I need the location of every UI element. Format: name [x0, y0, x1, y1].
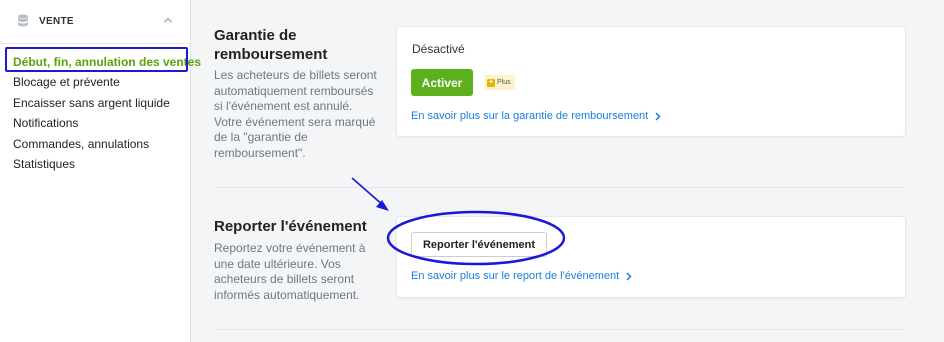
description-line: Reportez votre événement à: [214, 241, 366, 255]
sidebar-item-encaisser[interactable]: Encaisser sans argent liquide: [13, 93, 201, 113]
refund-title-line: Garantie de: [214, 27, 297, 44]
sidebar-item-statistiques[interactable]: Statistiques: [13, 154, 201, 174]
database-icon: [18, 14, 28, 27]
sidebar-item-debut-fin-annulation[interactable]: Début, fin, annulation des ventes: [13, 52, 201, 72]
section-divider: [214, 329, 906, 330]
refund-title-line: remboursement: [214, 46, 328, 63]
postpone-event-button[interactable]: Reporter l'événement: [411, 232, 547, 257]
postpone-section-description: Reportez votre événement à une date ulté…: [214, 241, 365, 303]
chevron-up-icon[interactable]: [163, 16, 173, 24]
description-line: acheteurs de billets seront: [214, 272, 355, 287]
chevron-right-icon: [655, 111, 661, 121]
description-line: Les acheteurs de billets seront: [214, 68, 377, 82]
refund-section-title: Garantie de remboursement: [214, 26, 327, 64]
refund-learn-more-link[interactable]: En savoir plus sur la garantie de rembou…: [411, 110, 661, 122]
sidebar: VENTE Début, fin, annulation des ventes …: [0, 0, 201, 342]
plus-badge-label: Plus: [497, 79, 511, 86]
description-line: informés automatiquement.: [214, 287, 360, 302]
sidebar-section-title: VENTE: [39, 16, 74, 27]
annotation-arrow-shaft: [351, 177, 385, 207]
refund-link-text: En savoir plus sur la garantie de rembou…: [411, 110, 649, 122]
sidebar-item-blocage-prevente[interactable]: Blocage et prévente: [13, 72, 201, 92]
refund-section-description: Les acheteurs de billets seront automati…: [214, 68, 377, 162]
sidebar-section-header[interactable]: VENTE: [0, 0, 190, 44]
postpone-section-title: Reporter l'événement: [214, 218, 367, 235]
description-line: de la "garantie de: [214, 130, 308, 145]
postpone-card: Reporter l'événement En savoir plus sur …: [396, 216, 906, 298]
refund-status: Désactivé: [412, 42, 465, 56]
sidebar-nav: Début, fin, annulation des ventes Blocag…: [13, 52, 201, 174]
annotation-arrow-head: [376, 200, 389, 211]
description-line: si l'événement est annulé.: [214, 99, 353, 114]
plus-square-icon: +: [487, 78, 495, 87]
plus-badge: + Plus: [484, 75, 515, 90]
sidebar-item-commandes[interactable]: Commandes, annulations: [13, 134, 201, 154]
description-line: Votre événement sera marqué: [214, 114, 376, 129]
description-line: remboursement".: [214, 145, 306, 160]
postpone-learn-more-link[interactable]: En savoir plus sur le report de l'événem…: [411, 270, 632, 282]
chevron-right-icon: [626, 271, 632, 281]
description-line: automatiquement remboursés: [214, 83, 374, 98]
refund-card: Désactivé Activer + Plus En savoir plus …: [396, 26, 906, 137]
activate-button[interactable]: Activer: [411, 69, 473, 96]
sidebar-item-notifications[interactable]: Notifications: [13, 113, 201, 133]
postpone-link-text: En savoir plus sur le report de l'événem…: [411, 270, 620, 282]
section-divider: [214, 187, 906, 188]
description-line: une date ultérieure. Vos: [214, 256, 341, 271]
